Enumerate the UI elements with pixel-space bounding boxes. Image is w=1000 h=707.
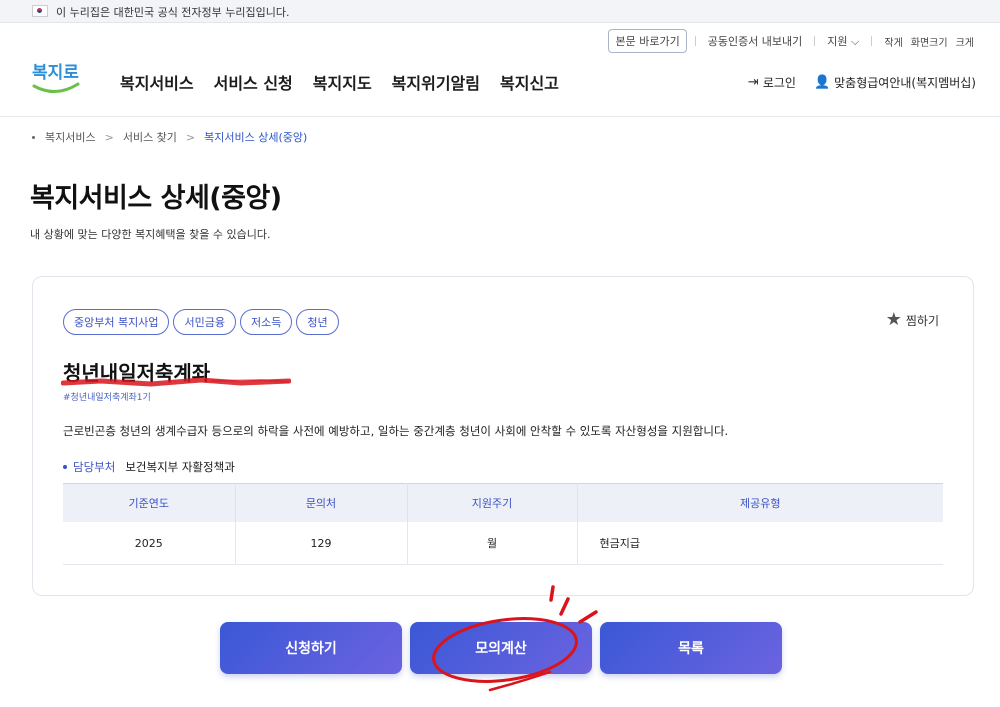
apply-button[interactable]: 신청하기 bbox=[220, 622, 402, 674]
bullet bbox=[32, 135, 35, 139]
list-button[interactable]: 목록 bbox=[600, 622, 782, 674]
svg-text:복지로: 복지로 bbox=[32, 63, 79, 83]
text-small-button[interactable]: 작게 bbox=[884, 34, 902, 49]
service-hashtag: #청년내일저축계좌1기 bbox=[63, 393, 151, 403]
bullet bbox=[63, 465, 67, 469]
language-label: 지원 bbox=[827, 35, 848, 48]
cert-export-link[interactable]: 공동인증서 내보내기 bbox=[708, 33, 803, 49]
divider bbox=[814, 36, 816, 46]
site-header: 복지로 복지서비스 서비스 신청 복지지도 복지위기알림 복지신고 ⇥ 로그인 👤… bbox=[0, 56, 1000, 117]
nav-welfare-map[interactable]: 복지지도 bbox=[313, 70, 372, 94]
breadcrumb-item[interactable]: 서비스 찾기 bbox=[123, 129, 177, 145]
table-cell: 2025 bbox=[63, 522, 236, 565]
bokjiro-logo[interactable]: 복지로 bbox=[30, 58, 82, 100]
column-header: 제공유형 bbox=[577, 483, 943, 522]
main-nav: 복지서비스 서비스 신청 복지지도 복지위기알림 복지신고 bbox=[120, 70, 579, 94]
nav-service-apply[interactable]: 서비스 신청 bbox=[214, 70, 293, 94]
favorite-label: 찜하기 bbox=[905, 313, 939, 328]
tag[interactable]: 저소득 bbox=[239, 309, 293, 335]
action-buttons: 신청하기 모의계산 목록 bbox=[220, 622, 782, 674]
column-header: 문의처 bbox=[235, 483, 408, 522]
table-cell: 현금지급 bbox=[577, 522, 943, 565]
tag[interactable]: 중앙부처 복지사업 bbox=[63, 309, 170, 335]
table-header-row: 기준연도 문의처 지원주기 제공유형 bbox=[63, 483, 943, 522]
breadcrumb: 복지서비스 > 서비스 찾기 > 복지서비스 상세(중앙) bbox=[32, 129, 307, 145]
service-info-table: 기준연도 문의처 지원주기 제공유형 2025 129 월 현금지급 bbox=[63, 483, 943, 565]
login-button[interactable]: ⇥ 로그인 bbox=[748, 74, 796, 91]
table-cell: 129 bbox=[235, 522, 408, 565]
tag[interactable]: 서민금융 bbox=[173, 309, 236, 335]
department-row: 담당부처 보건복지부 자활정책과 bbox=[63, 459, 235, 475]
tag[interactable]: 청년 bbox=[296, 309, 339, 335]
simulate-button[interactable]: 모의계산 bbox=[410, 622, 592, 674]
login-icon: ⇥ bbox=[747, 75, 759, 90]
page-subtitle: 내 상황에 맞는 다양한 복지혜택을 찾을 수 있습니다. bbox=[30, 228, 271, 241]
department-label: 담당부처 bbox=[73, 460, 116, 474]
tag-list: 중앙부처 복지사업 서민금융 저소득 청년 bbox=[63, 309, 343, 335]
breadcrumb-current: 복지서비스 상세(중앙) bbox=[204, 131, 308, 144]
custom-info-label: 맞춤형급여안내(복지멤버십) bbox=[834, 76, 976, 90]
gov-banner-text: 이 누리집은 대한민국 공식 전자정부 누리집입니다. bbox=[56, 6, 290, 19]
text-size-label: 화면크기 bbox=[910, 37, 948, 49]
breadcrumb-item[interactable]: 복지서비스 bbox=[45, 129, 96, 145]
skip-to-content-link[interactable]: 본문 바로가기 bbox=[608, 29, 687, 53]
star-icon: ★ bbox=[885, 309, 902, 330]
utility-bar: 본문 바로가기 공동인증서 내보내기 지원 ⌵ 작게 화면크기 크게 bbox=[608, 29, 978, 53]
table-cell: 월 bbox=[407, 522, 578, 565]
language-select[interactable]: 지원 ⌵ bbox=[827, 33, 859, 49]
korea-flag-icon bbox=[32, 5, 48, 17]
divider bbox=[694, 36, 696, 46]
red-underline-scribble bbox=[61, 377, 291, 387]
chevron-right-icon: > bbox=[185, 130, 196, 144]
chevron-right-icon: > bbox=[104, 130, 114, 144]
chevron-down-icon: ⌵ bbox=[851, 35, 860, 48]
gov-banner: 이 누리집은 대한민국 공식 전자정부 누리집입니다. bbox=[0, 0, 1000, 23]
text-large-button[interactable]: 크게 bbox=[956, 34, 974, 49]
service-card: 중앙부처 복지사업 서민금융 저소득 청년 ★ 찜하기 청년내일저축계좌 #청년… bbox=[32, 276, 974, 596]
login-label: 로그인 bbox=[762, 76, 796, 90]
nav-welfare-services[interactable]: 복지서비스 bbox=[120, 70, 194, 94]
user-plus-icon: 👤 bbox=[813, 75, 831, 90]
custom-info-button[interactable]: 👤 맞춤형급여안내(복지멤버십) bbox=[814, 74, 976, 91]
header-actions: ⇥ 로그인 👤 맞춤형급여안내(복지멤버십) bbox=[730, 74, 976, 91]
column-header: 지원주기 bbox=[407, 483, 578, 522]
service-description: 근로빈곤층 청년의 생계수급자 등으로의 하락을 사전에 예방하고, 일하는 중… bbox=[63, 424, 729, 438]
divider bbox=[871, 36, 873, 46]
favorite-button[interactable]: ★ 찜하기 bbox=[886, 311, 939, 329]
nav-crisis-alert[interactable]: 복지위기알림 bbox=[392, 70, 480, 94]
table-row: 2025 129 월 현금지급 bbox=[63, 522, 943, 565]
nav-welfare-report[interactable]: 복지신고 bbox=[500, 70, 559, 94]
column-header: 기준연도 bbox=[63, 483, 236, 522]
department-value: 보건복지부 자활정책과 bbox=[125, 460, 235, 474]
page-title: 복지서비스 상세(중앙) bbox=[30, 183, 282, 214]
